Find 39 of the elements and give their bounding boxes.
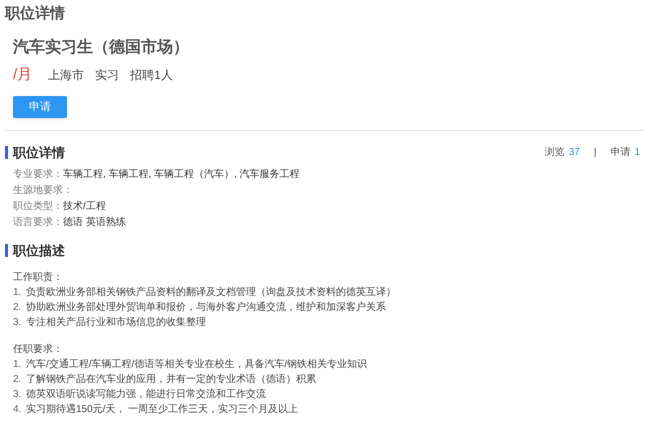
stat-value: 37	[568, 146, 580, 160]
block-title: 工作职责：	[13, 270, 64, 285]
field-label: 语言要求：	[13, 216, 63, 230]
stats-separator: |	[594, 146, 596, 160]
item-text: 负责欧洲业务部相关钢铁产品资料的翻译及文档管理（询盘及技术资料的德英互译）	[26, 286, 396, 300]
heading-bar	[5, 244, 8, 257]
job-tag: 实习	[95, 66, 120, 84]
item-number: 1.	[13, 286, 22, 300]
item-text: 实习期待遇150元/天， 一周至少工作三天，实习三个月及以上	[26, 402, 298, 417]
apply-button[interactable]: 申请	[13, 96, 67, 118]
field-label: 职位类型：	[13, 200, 63, 214]
section-heading: 职位详情	[13, 144, 65, 162]
job-tag: 上海市	[48, 66, 84, 84]
field-value: 德语 英语熟练	[63, 216, 126, 230]
job-title: 汽车实习生（德国市场）	[13, 37, 190, 58]
stat-label: 申请	[610, 146, 630, 160]
item-number: 4.	[13, 403, 22, 417]
block-title: 任职要求：	[13, 342, 64, 357]
item-number: 1.	[13, 358, 22, 372]
item-number: 2.	[13, 301, 22, 315]
field-label: 生源地要求：	[13, 184, 73, 198]
heading-bar	[5, 146, 8, 160]
section-heading: 职位描述	[13, 242, 65, 260]
salary: /月	[13, 64, 32, 85]
page-title: 职位详情	[4, 4, 66, 24]
item-number: 2.	[13, 373, 22, 387]
item-number: 3.	[13, 388, 22, 402]
stat-label: 浏览	[544, 146, 565, 160]
item-text: 汽车/交通工程/车辆工程/德语等相关专业在校生，具备汽车/钢铁相关专业知识	[26, 358, 368, 372]
field-value: 车辆工程, 车辆工程, 车辆工程（汽车）, 汽车服务工程	[63, 168, 300, 182]
item-text: 了解钢铁产品在汽车业的应用，并有一定的专业术语（德语）积累	[26, 372, 316, 387]
field-label: 专业要求：	[13, 168, 63, 182]
item-number: 3.	[13, 316, 22, 330]
stat-value: 1	[634, 146, 640, 160]
field-value: 技术/工程	[63, 200, 106, 214]
item-text: 协助欧洲业务部处理外贸询单和报价，与海外客户沟通交流，维护和加深客户关系	[26, 300, 386, 315]
job-tag: 招聘1人	[130, 66, 173, 84]
item-text: 专注相关产品行业和市场信息的收集整理	[26, 316, 206, 330]
item-text: 德英双语听说读写能力强，能进行日常交流和工作交流	[26, 388, 266, 402]
